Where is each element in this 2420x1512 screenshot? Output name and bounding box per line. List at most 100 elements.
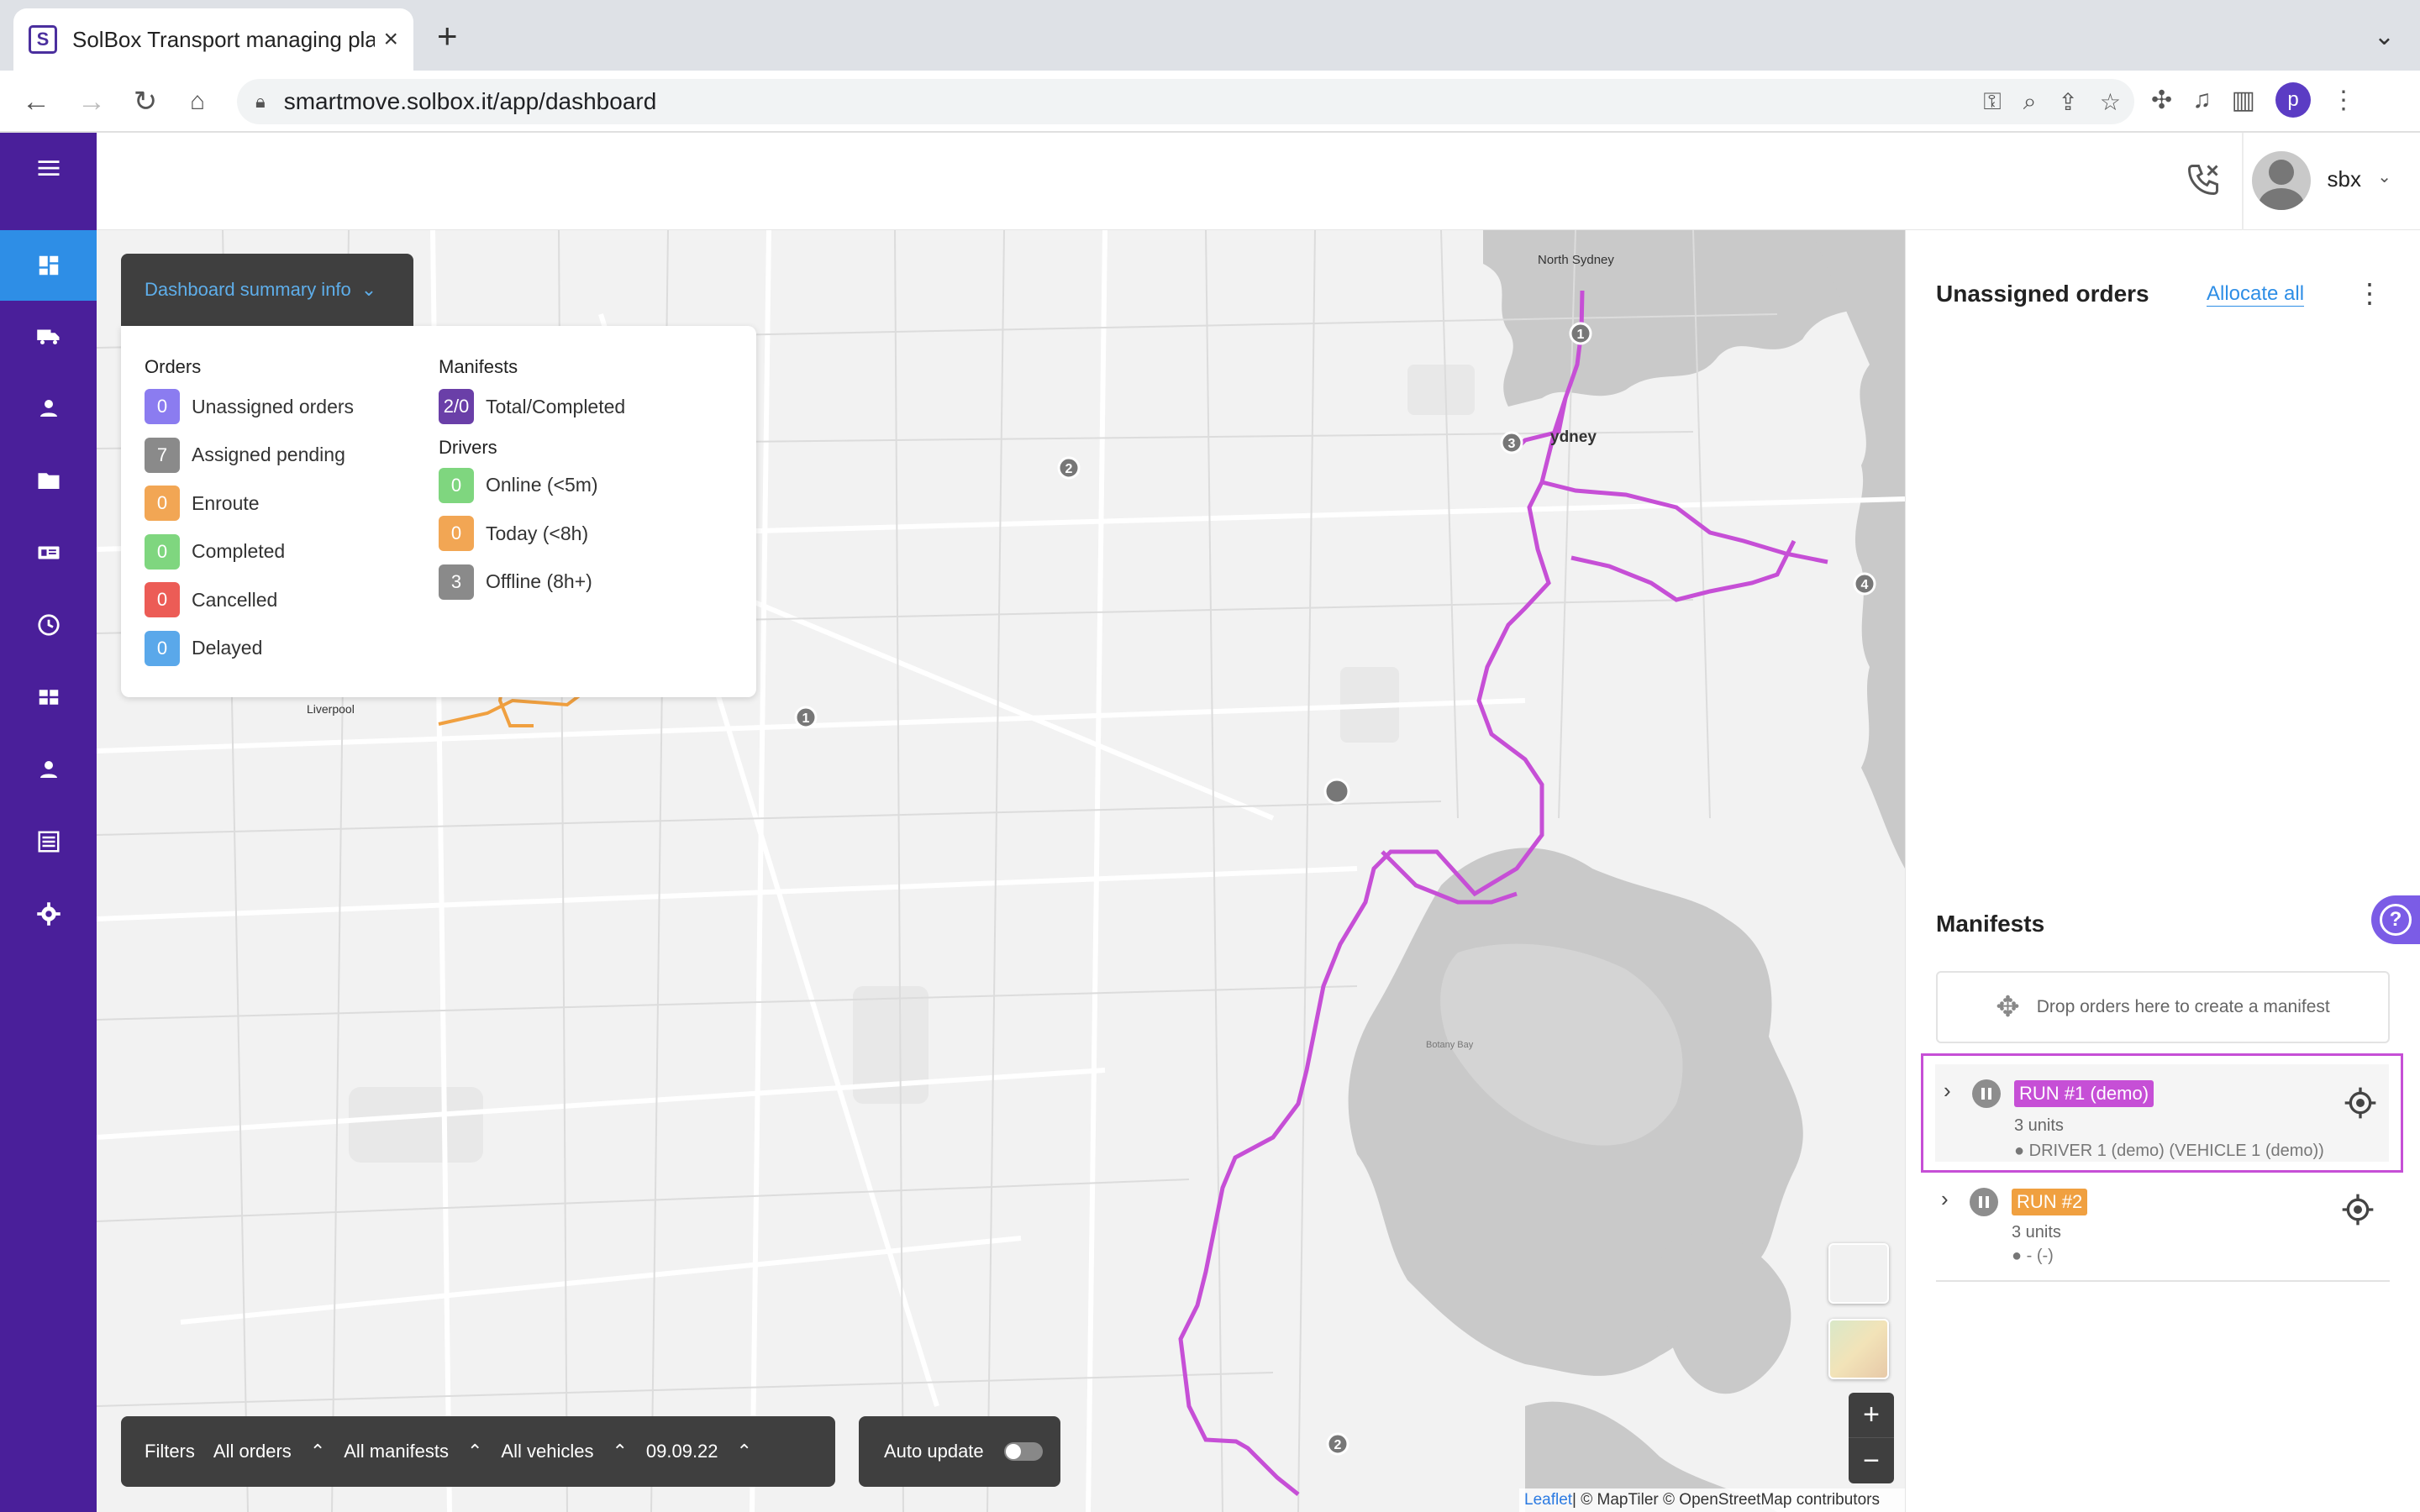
run-2-locate-target-icon[interactable] bbox=[2341, 1193, 2375, 1226]
zoom-icon[interactable]: ⌕ bbox=[2023, 88, 2037, 116]
run-1-driver: ● DRIVER 1 (demo) (VEHICLE 1 (demo)) bbox=[2014, 1142, 2324, 1160]
manifest-run-1[interactable]: › RUN #1 (demo) 3 units ● DRIVER 1 (demo… bbox=[1921, 1053, 2403, 1173]
zoom-out-button[interactable]: − bbox=[1849, 1438, 1894, 1483]
manifest-run-2[interactable]: › RUN #2 3 units ● - (-) bbox=[1921, 1176, 2403, 1265]
orders-completed-label: Completed bbox=[192, 540, 286, 562]
manifests-filter-chevron-up-icon[interactable]: ⌃ bbox=[467, 1441, 482, 1462]
allocate-all-link[interactable]: Allocate all bbox=[2207, 282, 2305, 307]
vehicles-filter[interactable]: All vehicles bbox=[501, 1441, 593, 1462]
side-panel-icon[interactable]: ▥ bbox=[2232, 86, 2255, 115]
vehicles-filter-chevron-up-icon[interactable]: ⌃ bbox=[612, 1441, 627, 1462]
folder-icon[interactable] bbox=[0, 445, 97, 516]
map-label-north-sydney: North Sydney bbox=[1538, 253, 1614, 267]
manifest-dropzone[interactable]: ✥ Drop orders here to create a manifest bbox=[1936, 971, 2390, 1043]
dashboard-icon[interactable] bbox=[0, 230, 97, 301]
url-text: smartmove.solbox.it/app/dashboard bbox=[283, 88, 657, 114]
key-icon[interactable]: ⚿ bbox=[1983, 88, 2001, 116]
run-1-label: RUN #1 (demo) bbox=[2014, 1080, 2154, 1107]
drivers-online-row: 0 Online (<5m) bbox=[439, 467, 625, 504]
map-label-botany-bay: Botany Bay bbox=[1426, 1040, 1474, 1050]
map-marker-4[interactable]: 4 bbox=[1861, 578, 1869, 592]
leaflet-link[interactable]: Leaflet bbox=[1524, 1491, 1572, 1509]
zoom-in-button[interactable]: + bbox=[1849, 1393, 1894, 1438]
grid-view-icon[interactable] bbox=[0, 662, 97, 732]
truck-icon[interactable] bbox=[0, 301, 97, 371]
forward-button[interactable]: → bbox=[72, 82, 111, 121]
drivers-offline-label: Offline (8h+) bbox=[486, 570, 592, 592]
orders-filter[interactable]: All orders bbox=[213, 1441, 292, 1462]
bookmark-star-icon[interactable]: ☆ bbox=[2100, 88, 2121, 116]
back-button[interactable]: ← bbox=[17, 82, 55, 121]
close-tab-icon[interactable]: × bbox=[383, 25, 398, 54]
unassigned-orders-title: Unassigned orders bbox=[1936, 281, 2149, 307]
map-layer-satellite-button[interactable] bbox=[1828, 1319, 1889, 1379]
orders-enroute-label: Enroute bbox=[192, 491, 260, 514]
user-name[interactable]: sbx bbox=[2328, 166, 2361, 192]
browser-tab[interactable]: S SolBox Transport managing pla × bbox=[13, 8, 413, 71]
phone-callback-icon[interactable] bbox=[2185, 161, 2222, 198]
run-2-expand-chevron-icon[interactable]: › bbox=[1941, 1186, 1949, 1212]
manifests-total-count: 2/0 bbox=[439, 389, 474, 424]
map-layer-light-button[interactable] bbox=[1828, 1243, 1889, 1304]
map-marker-3[interactable]: 3 bbox=[1508, 437, 1516, 451]
map-marker-2-west[interactable]: 2 bbox=[1065, 462, 1073, 476]
auto-update-toggle[interactable] bbox=[1003, 1442, 1043, 1461]
drivers-title: Drivers bbox=[439, 436, 497, 458]
settings-gear-icon[interactable] bbox=[0, 879, 97, 949]
map-marker-2-south[interactable]: 2 bbox=[1334, 1438, 1342, 1452]
run-1-expand-chevron-icon[interactable]: › bbox=[1944, 1078, 1951, 1104]
dashboard-summary-toggle[interactable]: Dashboard summary info ⌄ bbox=[121, 254, 413, 326]
map-attribution: Leaflet | © MapTiler © OpenStreetMap con… bbox=[1519, 1488, 1905, 1512]
menu-hamburger-icon[interactable] bbox=[0, 133, 97, 203]
run-2-pause-icon[interactable] bbox=[1970, 1188, 1998, 1216]
profile-avatar[interactable]: p bbox=[2275, 82, 2311, 118]
more-options-icon[interactable]: ⋮ bbox=[2356, 277, 2383, 309]
new-tab-button[interactable]: + bbox=[437, 18, 458, 54]
browser-tabstrip: S SolBox Transport managing pla × + ⌄ bbox=[0, 0, 2420, 71]
orders-cancelled-count: 0 bbox=[145, 582, 180, 617]
help-question-icon: ? bbox=[2380, 904, 2412, 936]
map-vehicle-marker[interactable] bbox=[1323, 778, 1350, 805]
drivers-today-row: 0 Today (<8h) bbox=[439, 515, 625, 552]
home-button[interactable]: ⌂ bbox=[178, 82, 217, 121]
drivers-online-count: 0 bbox=[439, 467, 474, 503]
run-2-driver-name: - (-) bbox=[2026, 1247, 2054, 1265]
user-menu-chevron-icon[interactable]: ⌄ bbox=[2377, 166, 2391, 187]
tab-search-chevron-icon[interactable]: ⌄ bbox=[2374, 22, 2395, 51]
browser-menu-icon[interactable]: ⋮ bbox=[2331, 86, 2356, 115]
user-icon[interactable] bbox=[0, 373, 97, 444]
orders-assigned-label: Assigned pending bbox=[192, 444, 345, 465]
run-1-card: › RUN #1 (demo) 3 units ● DRIVER 1 (demo… bbox=[1935, 1064, 2389, 1162]
orders-assigned-row: 7 Assigned pending bbox=[145, 437, 354, 474]
run-1-pause-icon[interactable] bbox=[1972, 1079, 2001, 1108]
run-1-units: 3 units bbox=[2014, 1116, 2064, 1135]
app-favicon-icon: S bbox=[29, 25, 57, 54]
auto-update-label: Auto update bbox=[884, 1441, 984, 1462]
drivers-today-label: Today (<8h) bbox=[486, 522, 589, 544]
auto-update-control: Auto update bbox=[859, 1416, 1060, 1487]
move-arrows-icon: ✥ bbox=[1996, 991, 2020, 1023]
map-marker-1-top[interactable]: 1 bbox=[1577, 328, 1585, 342]
run-list-divider bbox=[1936, 1280, 2390, 1282]
help-button[interactable]: ? bbox=[2371, 895, 2420, 944]
lock-icon: 🔒︎ bbox=[255, 91, 266, 112]
manifests-total-row: 2/0 Total/Completed bbox=[439, 388, 625, 425]
run-1-locate-target-icon[interactable] bbox=[2344, 1086, 2377, 1120]
account-icon[interactable] bbox=[0, 734, 97, 805]
orders-filter-chevron-up-icon[interactable]: ⌃ bbox=[310, 1441, 325, 1462]
media-control-icon[interactable]: ♫ bbox=[2192, 86, 2212, 114]
user-avatar[interactable] bbox=[2252, 151, 2311, 210]
clock-icon[interactable] bbox=[0, 590, 97, 660]
share-icon[interactable]: ⇪ bbox=[2058, 88, 2077, 116]
chevron-down-icon: ⌄ bbox=[360, 279, 377, 300]
manifests-filter[interactable]: All manifests bbox=[344, 1441, 449, 1462]
map-marker-1-west[interactable]: 1 bbox=[802, 711, 810, 726]
address-bar[interactable]: 🔒︎ smartmove.solbox.it/app/dashboard ⚿ ⌕… bbox=[237, 79, 2134, 124]
date-filter-chevron-up-icon[interactable]: ⌃ bbox=[737, 1441, 752, 1462]
reload-button[interactable]: ↻ bbox=[126, 82, 165, 121]
date-filter[interactable]: 09.09.22 bbox=[646, 1441, 718, 1462]
list-report-icon[interactable] bbox=[0, 806, 97, 877]
extensions-puzzle-icon[interactable]: ✣ bbox=[2151, 86, 2172, 115]
dashboard-summary-panel: Orders 0 Unassigned orders 7 Assigned pe… bbox=[121, 326, 756, 697]
id-card-icon[interactable] bbox=[0, 517, 97, 588]
